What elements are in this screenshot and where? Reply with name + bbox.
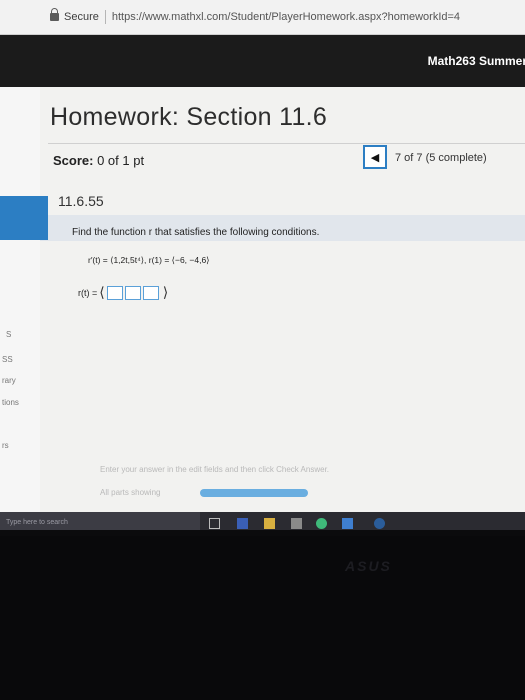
task-view-icon[interactable] (209, 518, 220, 529)
answer-field-2[interactable] (124, 285, 141, 300)
question-number: 11.6.55 (58, 193, 104, 209)
course-name[interactable]: Math263 Summer (428, 54, 525, 68)
title-divider (48, 143, 525, 144)
secure-label: Secure (64, 11, 99, 23)
answer-row: r(t) = ⟨ ⟩ (78, 284, 170, 301)
sidebar-item-1[interactable]: S (6, 330, 11, 339)
answer-field-3[interactable] (142, 285, 159, 300)
previous-question-button[interactable]: ◀ (363, 145, 387, 169)
question-conditions: r′(t) = ⟨1,2t,5t⁴⟩, r(1) = ⟨−6, −4,6⟩ (88, 255, 210, 265)
taskbar-search-placeholder: Type here to search (6, 519, 68, 526)
parts-progress-bar (200, 489, 308, 497)
browser-address-bar[interactable]: Secure https://www.mathxl.com/Student/Pl… (0, 0, 525, 35)
lock-icon (50, 8, 59, 21)
monitor-bezel: ASUS (0, 536, 525, 700)
app-icon[interactable] (237, 518, 248, 529)
taskbar-search-box[interactable]: Type here to search (0, 512, 200, 530)
folder-icon[interactable] (264, 518, 275, 529)
address-separator (104, 10, 106, 24)
sidebar-item-4[interactable]: tions (2, 398, 19, 407)
answer-field-1[interactable] (106, 285, 123, 300)
score-label: Score: (53, 153, 94, 168)
monitor-brand-logo: ASUS (345, 558, 392, 574)
question-progress: 7 of 7 (5 complete) (395, 152, 487, 164)
question-prompt: Find the function r that satisfies the f… (72, 227, 320, 238)
screen: Secure https://www.mathxl.com/Student/Pl… (0, 0, 525, 530)
url-text[interactable]: https://www.mathxl.com/Student/PlayerHom… (112, 11, 460, 23)
sidebar-item-3[interactable]: rary (2, 376, 16, 385)
mail-icon[interactable] (342, 518, 353, 529)
score-value: 0 of 1 pt (97, 153, 145, 168)
close-bracket: ⟩ (162, 284, 169, 300)
chrome-icon[interactable] (316, 518, 327, 529)
left-sidebar: S SS rary tions rs (0, 87, 41, 530)
open-bracket: ⟨ (99, 284, 105, 300)
page-title: Homework: Section 11.6 (50, 103, 328, 131)
site-header: Math263 Summer (0, 35, 525, 87)
sidebar-item-2[interactable]: SS (2, 355, 13, 364)
taskbar: Type here to search (0, 512, 525, 530)
score-display: Score: 0 of 1 pt (53, 153, 144, 168)
triangle-left-icon: ◀ (370, 151, 380, 164)
parts-showing-label: All parts showing (100, 488, 161, 497)
browser-icon[interactable] (374, 518, 385, 529)
instruction-hint: Enter your answer in the edit fields and… (100, 465, 330, 474)
sidebar-active-item[interactable] (0, 196, 48, 240)
homework-panel: Homework: Section 11.6 Score: 0 of 1 pt … (40, 87, 525, 530)
sidebar-item-5[interactable]: rs (2, 441, 9, 450)
answer-label: r(t) = (78, 287, 98, 298)
store-icon[interactable] (291, 518, 302, 529)
